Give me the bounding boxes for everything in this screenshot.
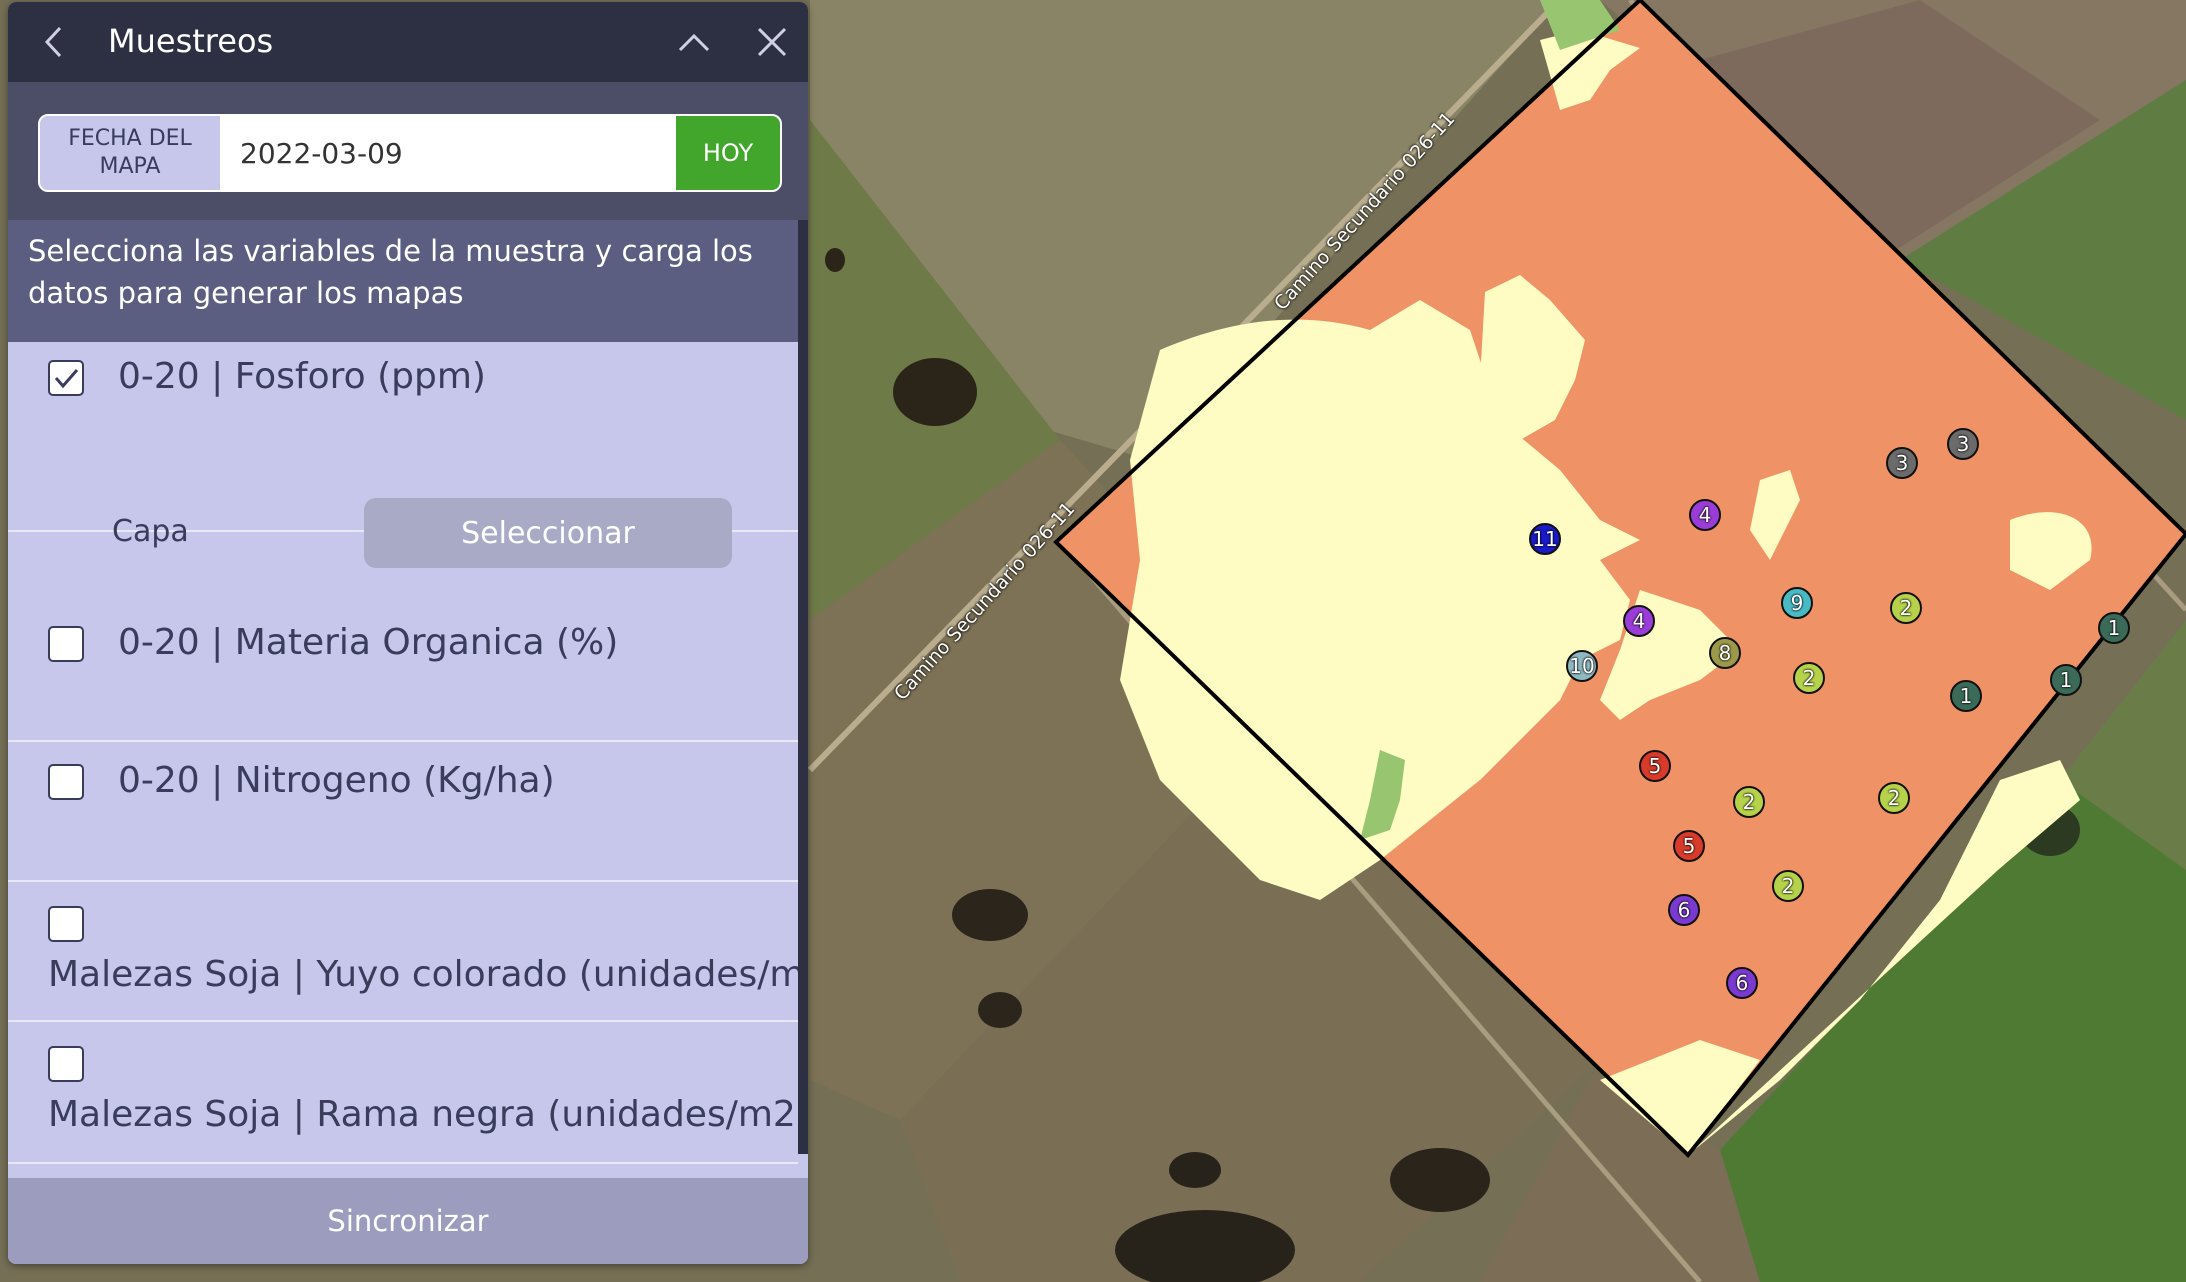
sync-button[interactable]: Sincronizar bbox=[8, 1178, 808, 1264]
sample-marker[interactable]: 1 bbox=[2098, 612, 2130, 644]
date-label: FECHA DEL MAPA bbox=[40, 116, 220, 190]
sample-marker[interactable]: 6 bbox=[1668, 894, 1700, 926]
sample-marker[interactable]: 4 bbox=[1689, 499, 1721, 531]
sample-marker[interactable]: 4 bbox=[1623, 605, 1655, 637]
checkbox[interactable] bbox=[48, 626, 84, 662]
scrollbar[interactable] bbox=[798, 220, 808, 1154]
sample-marker[interactable]: 2 bbox=[1878, 782, 1910, 814]
variable-item: Malezas Soja | Rama negra (unidades/m2) bbox=[8, 1022, 808, 1164]
variable-label: 0-20 | Fosforo (ppm) bbox=[118, 356, 486, 397]
variable-list[interactable]: 0-20 | Fosforo (ppm) Capa Seleccionar 0-… bbox=[8, 342, 808, 1164]
variable-label: Malezas Soja | Rama negra (unidades/m2) bbox=[48, 1094, 808, 1135]
variable-label: 0-20 | Nitrogeno (Kg/ha) bbox=[118, 760, 555, 801]
date-field-group: FECHA DEL MAPA HOY bbox=[38, 114, 782, 192]
sample-marker[interactable]: 11 bbox=[1529, 523, 1561, 555]
today-button[interactable]: HOY bbox=[676, 116, 780, 190]
sampling-panel: Muestreos FECHA DEL MAPA HOY Selecciona … bbox=[8, 2, 808, 1264]
sample-marker[interactable]: 2 bbox=[1793, 662, 1825, 694]
variable-label: 0-20 | Materia Organica (%) bbox=[118, 622, 619, 663]
sample-marker[interactable]: 6 bbox=[1726, 967, 1758, 999]
collapse-button[interactable] bbox=[672, 20, 716, 64]
checkbox[interactable] bbox=[48, 360, 84, 396]
back-button[interactable] bbox=[32, 20, 76, 64]
checkbox[interactable] bbox=[48, 906, 84, 942]
chevron-left-icon bbox=[44, 26, 62, 58]
date-input[interactable] bbox=[220, 116, 676, 190]
panel-header: Muestreos bbox=[8, 2, 808, 82]
panel-title: Muestreos bbox=[108, 22, 274, 60]
variable-item: 0-20 | Fosforo (ppm) Capa Seleccionar bbox=[8, 342, 798, 568]
variable-item: 0-20 | Nitrogeno (Kg/ha) bbox=[8, 742, 798, 882]
sample-marker[interactable]: 3 bbox=[1947, 428, 1979, 460]
sample-marker[interactable]: 1 bbox=[2050, 664, 2082, 696]
sample-marker[interactable]: 8 bbox=[1709, 637, 1741, 669]
sample-marker[interactable]: 10 bbox=[1566, 650, 1598, 682]
variable-label: Malezas Soja | Yuyo colorado (unidades/m… bbox=[48, 954, 808, 995]
variable-item: 0-20 | Materia Organica (%) bbox=[8, 604, 798, 742]
checkmark-icon bbox=[54, 369, 79, 389]
scrollbar-track bbox=[798, 1154, 808, 1180]
date-bar: FECHA DEL MAPA HOY bbox=[8, 82, 808, 220]
variable-item: Malezas Soja | Yuyo colorado (unidades/m… bbox=[8, 882, 808, 1022]
sample-marker[interactable]: 2 bbox=[1733, 786, 1765, 818]
layer-label: Capa bbox=[112, 514, 189, 549]
checkbox[interactable] bbox=[48, 1046, 84, 1082]
close-icon bbox=[757, 27, 787, 57]
sample-marker[interactable]: 5 bbox=[1639, 750, 1671, 782]
instructions-text: Selecciona las variables de la muestra y… bbox=[8, 220, 798, 342]
sample-marker[interactable]: 2 bbox=[1890, 592, 1922, 624]
sample-marker[interactable]: 1 bbox=[1950, 680, 1982, 712]
chevron-up-icon bbox=[678, 33, 710, 52]
checkbox[interactable] bbox=[48, 764, 84, 800]
select-layer-button[interactable]: Seleccionar bbox=[364, 498, 732, 568]
sample-marker[interactable]: 3 bbox=[1886, 447, 1918, 479]
sample-marker[interactable]: 2 bbox=[1772, 870, 1804, 902]
sample-marker[interactable]: 5 bbox=[1673, 830, 1705, 862]
sample-marker[interactable]: 9 bbox=[1781, 587, 1813, 619]
close-button[interactable] bbox=[750, 20, 794, 64]
